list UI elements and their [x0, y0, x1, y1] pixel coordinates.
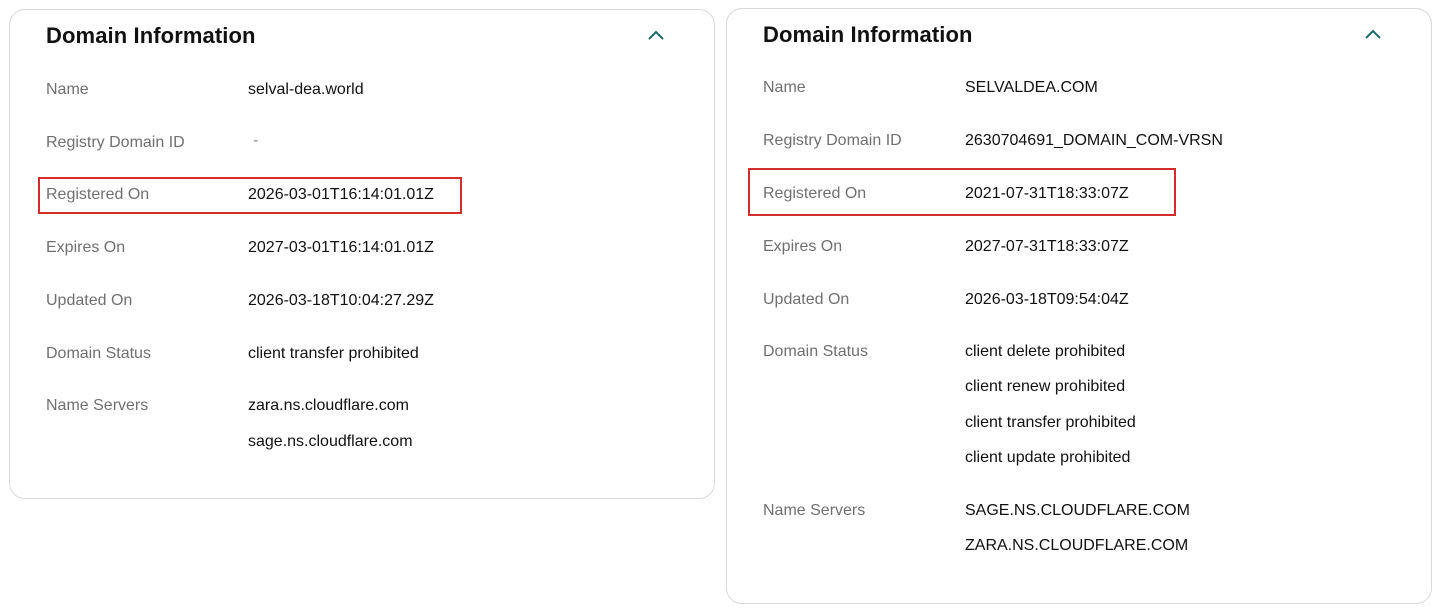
name-label: Name — [763, 79, 806, 96]
name-value: SELVALDEA.COM — [965, 79, 1098, 96]
name-value: selval-dea.world — [248, 81, 364, 98]
updated-on-label: Updated On — [763, 291, 850, 308]
name-server-value: SAGE.NS.CLOUDFLARE.COM — [965, 502, 1190, 519]
name-servers-label: Name Servers — [46, 397, 149, 414]
name-server-value: ZARA.NS.CLOUDFLARE.COM — [965, 537, 1189, 554]
expires-on-value: 2027-03-01T16:14:01.01Z — [248, 239, 434, 256]
name-label: Name — [46, 81, 89, 98]
domain-status-label: Domain Status — [46, 345, 151, 362]
updated-on-value: 2026-03-18T09:54:04Z — [965, 291, 1129, 308]
expires-on-label: Expires On — [763, 238, 843, 255]
registry-domain-id-label: Registry Domain ID — [763, 132, 902, 149]
chevron-up-icon[interactable] — [1364, 28, 1382, 40]
registered-on-label: Registered On — [46, 186, 150, 203]
name-server-value: sage.ns.cloudflare.com — [248, 433, 413, 450]
domain-status-label: Domain Status — [763, 343, 868, 360]
chevron-up-icon[interactable] — [647, 29, 665, 41]
domain-status-value: client update prohibited — [965, 449, 1131, 466]
registry-domain-id-label: Registry Domain ID — [46, 134, 185, 151]
registered-on-value: 2026-03-01T16:14:01.01Z — [248, 186, 434, 203]
registered-on-value: 2021-07-31T18:33:07Z — [965, 185, 1129, 202]
domain-status-value: client transfer prohibited — [248, 345, 419, 362]
registry-domain-id-value: - — [253, 132, 259, 149]
card-title: Domain Information — [46, 23, 256, 48]
updated-on-label: Updated On — [46, 292, 133, 309]
registry-domain-id-value: 2630704691_DOMAIN_COM-VRSN — [965, 132, 1223, 149]
expires-on-label: Expires On — [46, 239, 126, 256]
updated-on-value: 2026-03-18T10:04:27.29Z — [248, 292, 434, 309]
card-title: Domain Information — [763, 22, 973, 47]
name-servers-label: Name Servers — [763, 502, 866, 519]
name-server-value: zara.ns.cloudflare.com — [248, 397, 409, 414]
domain-status-value: client transfer prohibited — [965, 414, 1136, 431]
domain-status-value: client renew prohibited — [965, 378, 1126, 395]
expires-on-value: 2027-07-31T18:33:07Z — [965, 238, 1129, 255]
registered-on-label: Registered On — [763, 185, 867, 202]
domain-status-value: client delete prohibited — [965, 343, 1126, 360]
